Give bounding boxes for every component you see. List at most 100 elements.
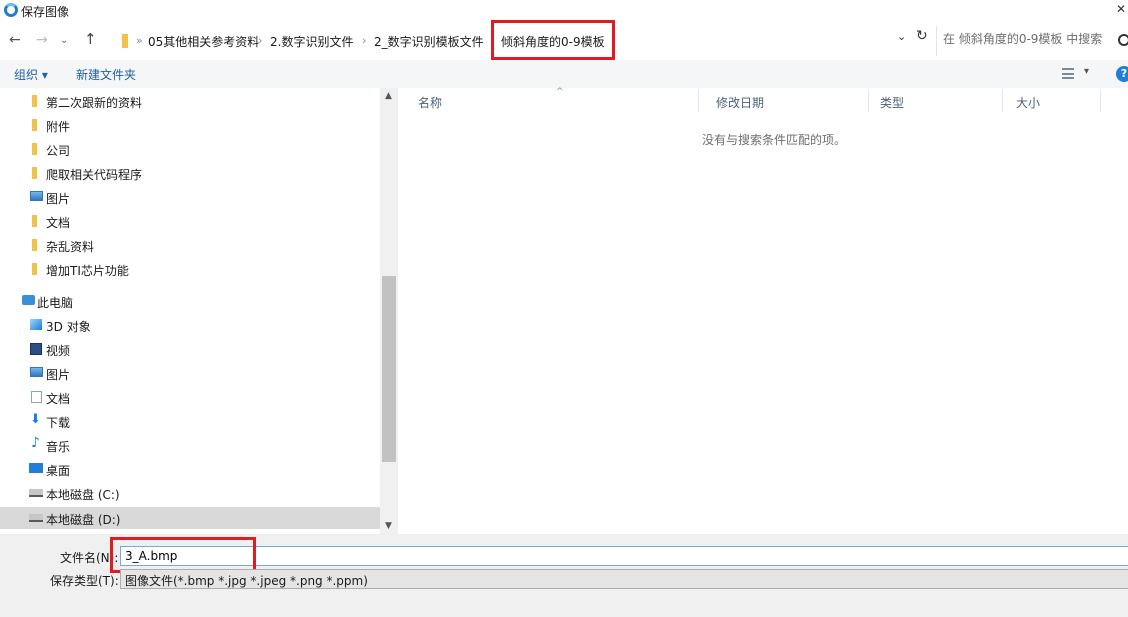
video-icon bbox=[30, 343, 42, 355]
navigation-pane[interactable]: 第二次跟新的资料 附件 公司 爬取相关代码程序 图片 文档 杂乱资料 增加TI芯… bbox=[0, 88, 398, 534]
sidebar-item-label: 本地磁盘 (C:) bbox=[46, 488, 120, 502]
up-button[interactable]: ↑ bbox=[84, 30, 97, 48]
command-bar: 组织 ▾ 新建文件夹 ▾ ? bbox=[0, 60, 1128, 88]
sidebar-item-label: 增加TI芯片功能 bbox=[46, 264, 129, 278]
sidebar-item-label: 杂乱资料 bbox=[46, 240, 95, 254]
chevron-right-icon[interactable]: › bbox=[362, 34, 366, 47]
sidebar-item-label: 第二次跟新的资料 bbox=[46, 96, 143, 110]
sidebar-item-label: 视频 bbox=[46, 344, 71, 358]
refresh-icon[interactable]: ↻ bbox=[916, 28, 928, 44]
sidebar-item[interactable]: 图片 bbox=[0, 362, 380, 384]
sidebar-item[interactable]: 文档 bbox=[0, 210, 380, 232]
document-icon bbox=[31, 391, 42, 403]
music-icon: ♪ bbox=[31, 435, 40, 451]
chevron-right-icon[interactable]: › bbox=[258, 34, 262, 47]
download-icon: ⬇ bbox=[30, 412, 41, 427]
3d-objects-icon bbox=[30, 319, 42, 330]
organize-button[interactable]: 组织 ▾ bbox=[14, 66, 48, 83]
highlight-box bbox=[491, 20, 615, 60]
column-header-size[interactable]: 大小 bbox=[1016, 94, 1040, 111]
sidebar-item-selected[interactable]: 本地磁盘 (D:) bbox=[0, 507, 380, 529]
sidebar-item[interactable]: 爬取相关代码程序 bbox=[0, 162, 380, 184]
file-type-label: 保存类型(T): bbox=[50, 574, 119, 588]
sidebar-scrollbar[interactable]: ▲ ▼ bbox=[380, 88, 398, 534]
folder-icon bbox=[32, 167, 37, 179]
sidebar-item[interactable]: 桌面 bbox=[0, 458, 380, 480]
folder-icon bbox=[32, 239, 37, 251]
title-bar: 保存图像 ✕ bbox=[0, 0, 1128, 22]
sidebar-item[interactable]: 视频 bbox=[0, 338, 380, 360]
desktop-icon bbox=[29, 463, 43, 473]
sidebar-item[interactable]: 增加TI芯片功能 bbox=[0, 258, 380, 280]
forward-button[interactable]: → bbox=[36, 32, 48, 48]
breadcrumb-item[interactable]: 05其他相关参考资料 bbox=[148, 33, 259, 50]
sidebar-item-label: 爬取相关代码程序 bbox=[46, 168, 143, 182]
scroll-up-icon[interactable]: ▲ bbox=[385, 91, 392, 101]
sidebar-item[interactable]: 文档 bbox=[0, 386, 380, 408]
computer-icon bbox=[22, 295, 35, 305]
column-divider[interactable] bbox=[1100, 90, 1101, 112]
sidebar-item-label: 桌面 bbox=[46, 464, 71, 478]
search-box[interactable] bbox=[936, 26, 1128, 56]
sidebar-item[interactable]: 本地磁盘 (C:) bbox=[0, 482, 380, 504]
sidebar-item-label: 公司 bbox=[46, 144, 71, 158]
file-list-pane[interactable]: ^ 名称 修改日期 类型 大小 没有与搜索条件匹配的项。 bbox=[398, 87, 1128, 534]
back-button[interactable]: ← bbox=[9, 32, 21, 48]
folder-icon bbox=[122, 34, 128, 48]
scroll-down-icon[interactable]: ▼ bbox=[385, 521, 392, 531]
sidebar-item-label: 附件 bbox=[46, 120, 71, 134]
column-header-type[interactable]: 类型 bbox=[880, 94, 904, 111]
save-form: 文件名(N): 保存类型(T): 图像文件(*.bmp *.jpg *.jpeg… bbox=[0, 534, 1128, 617]
sidebar-item-label: 图片 bbox=[46, 192, 71, 206]
window-title: 保存图像 bbox=[21, 5, 70, 19]
pictures-icon bbox=[30, 191, 43, 201]
sidebar-item[interactable]: 第二次跟新的资料 bbox=[0, 90, 380, 112]
folder-icon bbox=[32, 215, 37, 227]
chevron-down-icon[interactable]: ⌄ bbox=[897, 30, 906, 43]
recent-locations-icon[interactable]: ⌄ bbox=[60, 35, 68, 46]
sidebar-item[interactable]: 3D 对象 bbox=[0, 314, 380, 336]
scrollbar-thumb[interactable] bbox=[382, 276, 396, 462]
column-divider[interactable] bbox=[1002, 90, 1003, 112]
search-icon[interactable] bbox=[1118, 34, 1128, 46]
close-icon[interactable]: ✕ bbox=[1116, 2, 1126, 16]
column-header-name[interactable]: 名称 bbox=[418, 94, 442, 111]
sidebar-item-label: 此电脑 bbox=[37, 296, 74, 310]
folder-icon bbox=[32, 95, 37, 107]
column-divider[interactable] bbox=[868, 90, 869, 112]
column-header-date[interactable]: 修改日期 bbox=[716, 94, 764, 111]
sidebar-item-label: 图片 bbox=[46, 368, 71, 382]
filename-input[interactable] bbox=[120, 546, 1128, 566]
sidebar-item-label: 文档 bbox=[46, 216, 71, 230]
chevron-right-icon[interactable]: » bbox=[136, 34, 143, 47]
column-divider[interactable] bbox=[698, 90, 699, 112]
new-folder-button[interactable]: 新建文件夹 bbox=[76, 66, 136, 83]
sidebar-item[interactable]: ⬇ 下载 bbox=[0, 410, 380, 432]
sidebar-item[interactable]: 附件 bbox=[0, 114, 380, 136]
sidebar-item-label: 3D 对象 bbox=[46, 320, 91, 334]
help-icon[interactable]: ? bbox=[1116, 66, 1128, 82]
sort-ascending-icon: ^ bbox=[556, 87, 564, 97]
app-icon bbox=[4, 3, 18, 17]
breadcrumb-item[interactable]: 2.数字识别文件 bbox=[270, 33, 353, 50]
folder-icon bbox=[32, 263, 37, 275]
view-options-icon[interactable] bbox=[1062, 68, 1074, 79]
sidebar-item-label: 文档 bbox=[46, 392, 71, 406]
sidebar-item[interactable]: 图片 bbox=[0, 186, 380, 208]
highlight-box bbox=[110, 537, 256, 573]
file-type-select[interactable]: 图像文件(*.bmp *.jpg *.jpeg *.png *.ppm) bbox=[120, 569, 1128, 589]
sidebar-item-label: 下载 bbox=[46, 416, 71, 430]
chevron-down-icon[interactable]: ▾ bbox=[1084, 66, 1089, 77]
drive-icon bbox=[29, 489, 43, 497]
pictures-icon bbox=[30, 367, 43, 377]
sidebar-item[interactable]: ♪ 音乐 bbox=[0, 434, 380, 456]
breadcrumb-item[interactable]: 2_数字识别模板文件 bbox=[374, 33, 484, 50]
sidebar-item[interactable]: 杂乱资料 bbox=[0, 234, 380, 256]
drive-icon bbox=[29, 514, 43, 522]
sidebar-item[interactable]: 公司 bbox=[0, 138, 380, 160]
sidebar-item-this-pc[interactable]: 此电脑 bbox=[0, 290, 380, 312]
empty-message: 没有与搜索条件匹配的项。 bbox=[702, 133, 847, 147]
sidebar-item-label: 音乐 bbox=[46, 440, 71, 454]
search-input[interactable] bbox=[943, 32, 1123, 46]
folder-icon bbox=[32, 143, 37, 155]
